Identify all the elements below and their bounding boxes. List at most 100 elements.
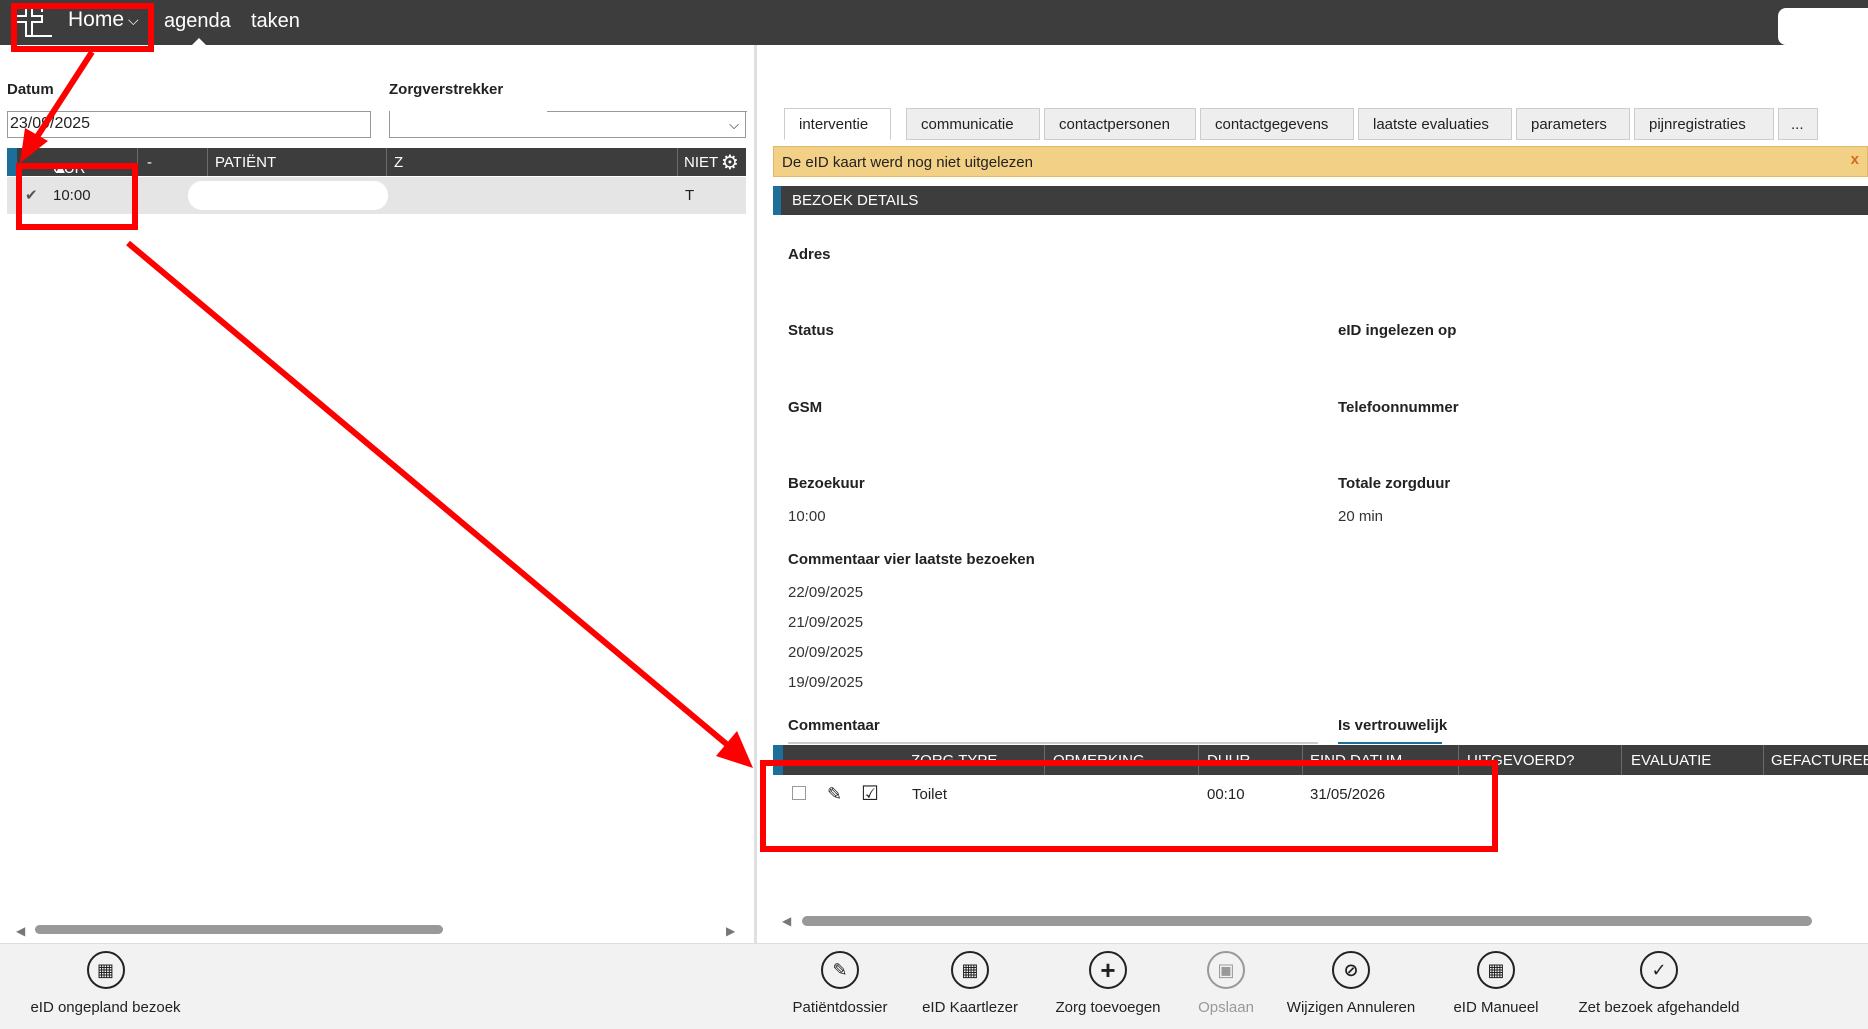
zorgverstrekker-label: Zorgverstrekker [389, 81, 504, 98]
section-header: BEZOEK DETAILS [773, 186, 1868, 215]
gsm-label: GSM [788, 399, 823, 416]
button-label: Zorg toevoegen [1055, 999, 1161, 1016]
horizontal-scrollbar[interactable]: ◀ [782, 914, 1868, 928]
button-label: Patiëntdossier [792, 999, 888, 1016]
datum-label: Datum [7, 81, 54, 98]
header-accent [773, 745, 783, 775]
section-accent [773, 186, 781, 215]
tab-parameters[interactable]: parameters [1516, 108, 1630, 140]
cancel-edit-icon: ⊘ [1332, 951, 1370, 989]
patient-name-redacted [188, 181, 388, 210]
scroll-left-icon[interactable]: ◀ [782, 914, 791, 928]
col-divider [1198, 745, 1199, 775]
scroll-left-icon[interactable]: ◀ [16, 924, 25, 938]
care-row[interactable]: ✎ ☑ Toilet 00:10 31/05/2026 [773, 776, 1868, 816]
close-icon[interactable]: x [1851, 151, 1859, 168]
tab-interventie[interactable]: interventie [784, 108, 891, 140]
top-navigation-bar: Home ⌵ agenda taken [0, 0, 1868, 45]
wijzigen-annuleren-button[interactable]: ⊘ Wijzigen Annuleren [1276, 951, 1426, 1016]
col-divider [677, 148, 678, 176]
col-eind-datum[interactable]: EIND DATUM [1310, 752, 1402, 769]
button-label: Opslaan [1198, 999, 1254, 1016]
col-divider [1044, 745, 1045, 775]
eid-read-label: eID ingelezen op [1338, 322, 1457, 339]
horizontal-scrollbar[interactable]: ◀ ▶ [10, 922, 740, 938]
comment-date: 19/09/2025 [788, 674, 864, 691]
tab-pijnregistraties[interactable]: pijnregistraties [1634, 108, 1774, 140]
eid-ongepland-bezoek-button[interactable]: ▦ eID ongepland bezoek [18, 951, 193, 1016]
tab-laatste-evaluaties[interactable]: laatste evaluaties [1358, 108, 1512, 140]
eid-manueel-button[interactable]: ▦ eID Manueel [1436, 951, 1556, 1016]
col-patient[interactable]: PATIËNT [215, 154, 276, 171]
col-divider [1763, 745, 1764, 775]
tab-contactgegevens[interactable]: contactgegevens [1200, 108, 1354, 140]
vertrouwelijk-label: Is vertrouwelijk [1338, 717, 1448, 734]
col-evaluatie[interactable]: EVALUATIE [1631, 752, 1711, 769]
col-divider [137, 148, 138, 176]
col-niet[interactable]: NIET [684, 154, 718, 171]
plus-icon: + [1089, 951, 1127, 989]
comment-date: 20/09/2025 [788, 644, 864, 661]
zorgduur-label: Totale zorgduur [1338, 475, 1451, 492]
save-icon: ▣ [1207, 951, 1245, 989]
scroll-right-icon[interactable]: ▶ [726, 924, 735, 938]
zorg-toevoegen-button[interactable]: + Zorg toevoegen [1040, 951, 1176, 1016]
nav-taken[interactable]: taken [251, 10, 300, 33]
home-menu-button[interactable]: Home ⌵ [68, 8, 139, 32]
scrollbar-thumb[interactable] [802, 916, 1812, 926]
top-search-field[interactable] [1778, 8, 1868, 45]
telefoon-label: Telefoonnummer [1338, 399, 1459, 416]
care-type: Toilet [912, 786, 948, 803]
tab-more[interactable]: ... [1778, 108, 1818, 140]
nav-agenda[interactable]: agenda [164, 10, 231, 33]
check-icon: ✔ [25, 187, 38, 204]
zet-bezoek-afgehandeld-button[interactable]: ✓ Zet bezoek afgehandeld [1566, 951, 1752, 1016]
alert-text: De eID kaart werd nog niet uitgelezen [782, 154, 1033, 171]
row-niet-value: T [685, 187, 695, 204]
commentaar-field[interactable] [788, 742, 1318, 744]
chevron-down-icon: ⌵ [128, 11, 139, 28]
opslaan-button[interactable]: ▣ Opslaan [1186, 951, 1266, 1016]
bezoekuur-label: Bezoekuur [788, 475, 865, 492]
pencil-icon[interactable]: ✎ [827, 784, 842, 805]
home-label: Home [68, 8, 125, 31]
col-uitgevoerd[interactable]: UITGEVOERD? [1467, 752, 1575, 769]
button-label: eID ongepland bezoek [30, 999, 181, 1016]
care-eind: 31/05/2026 [1310, 786, 1386, 803]
tab-contactpersonen[interactable]: contactpersonen [1044, 108, 1196, 140]
id-card-icon: ▦ [86, 951, 125, 989]
eid-kaartlezer-button[interactable]: ▦ eID Kaartlezer [910, 951, 1030, 1016]
select-border [547, 111, 747, 112]
comment-date: 21/09/2025 [788, 614, 864, 631]
care-duur: 00:10 [1207, 786, 1245, 803]
comment-date: 22/09/2025 [788, 584, 864, 601]
app-logo-icon[interactable] [12, 2, 56, 42]
col-z[interactable]: Z [394, 154, 403, 171]
col-dash[interactable]: - [147, 154, 152, 171]
col-gefactureerd[interactable]: GEFACTUREE [1771, 752, 1868, 769]
scrollbar-thumb[interactable] [35, 925, 443, 934]
patient-file-icon: ✎ [821, 951, 859, 989]
col-opmerking[interactable]: OPMERKING [1053, 752, 1145, 769]
zorgverstrekker-select[interactable]: ⌵ [389, 111, 747, 138]
button-label: eID Manueel [1453, 999, 1539, 1016]
tab-communicatie[interactable]: communicatie [906, 108, 1040, 140]
button-label: Zet bezoek afgehandeld [1578, 999, 1740, 1016]
header-accent [7, 148, 17, 176]
col-divider [1458, 745, 1459, 775]
col-divider [1621, 745, 1622, 775]
row-checkbox[interactable] [792, 786, 806, 800]
visit-done-icon: ✓ [1640, 951, 1678, 989]
adres-label: Adres [788, 246, 831, 263]
patientdossier-button[interactable]: ✎ Patiëntdossier [780, 951, 900, 1016]
col-duur[interactable]: DUUR [1207, 752, 1250, 769]
col-zorg-type[interactable]: ZORG TYPE [911, 752, 997, 769]
commentaar-vier-label: Commentaar vier laatste bezoeken [788, 551, 1035, 568]
check-circle-icon[interactable]: ☑ [861, 781, 879, 806]
gear-icon[interactable]: ⚙ [721, 150, 739, 175]
active-nav-indicator [192, 38, 206, 45]
date-input[interactable]: 23/09/2025 [7, 111, 371, 138]
chevron-down-icon: ⌵ [729, 117, 739, 132]
vertrouwelijk-toggle[interactable] [1338, 742, 1442, 744]
zorgduur-value: 20 min [1338, 508, 1384, 525]
